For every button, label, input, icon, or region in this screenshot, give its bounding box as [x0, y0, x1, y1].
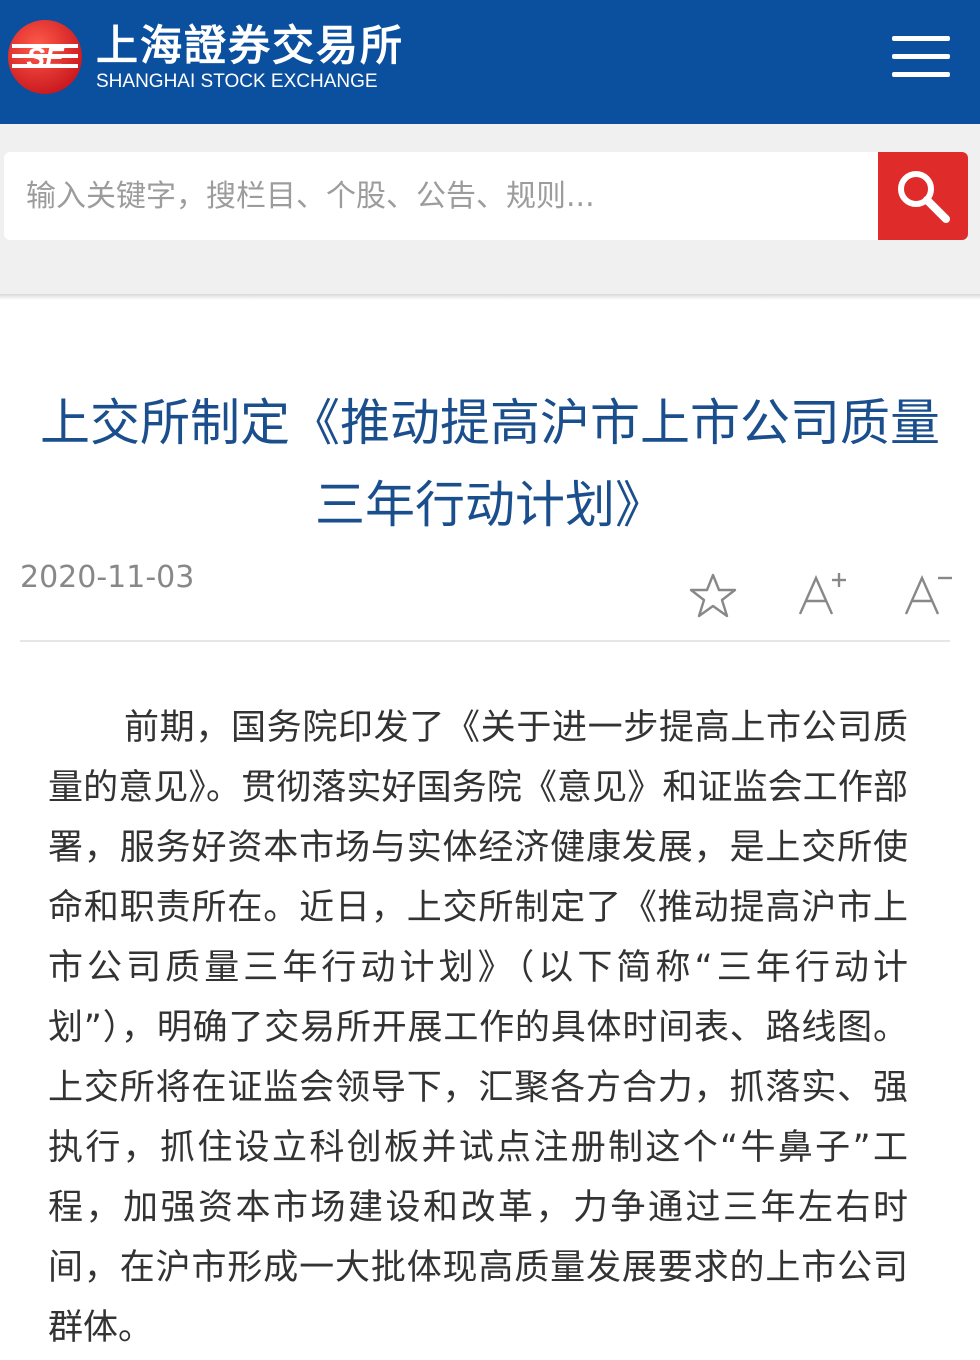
search-area — [0, 124, 980, 296]
title-divider — [20, 640, 950, 642]
star-icon[interactable] — [688, 572, 738, 624]
font-decrease-icon[interactable] — [902, 568, 956, 622]
page: SE 上海證券交易所 SHANGHAI STOCK EXCHANGE 上交所制定… — [0, 0, 980, 1360]
logo-english-name: SHANGHAI STOCK EXCHANGE — [96, 71, 378, 92]
font-increase-icon[interactable] — [796, 568, 850, 622]
menu-bar — [892, 36, 950, 41]
menu-bar — [892, 72, 950, 77]
menu-bar — [892, 54, 950, 59]
search-icon — [898, 171, 950, 223]
logo-mark-text: SE — [26, 42, 65, 73]
article-body: 前期，国务院印发了《关于进一步提高上市公司质量的意见》。贯彻落实好国务院《意见》… — [48, 708, 908, 1348]
search-button[interactable] — [878, 152, 968, 240]
hamburger-menu-icon[interactable] — [886, 30, 956, 84]
search-input[interactable] — [4, 152, 878, 240]
logo-chinese-name: 上海證券交易所 — [96, 21, 405, 70]
header-bar: SE 上海證券交易所 SHANGHAI STOCK EXCHANGE — [0, 0, 980, 124]
article-date: 2020-11-03 — [20, 560, 195, 595]
sse-logo-icon[interactable]: SE — [6, 18, 84, 96]
article-title: 上交所制定《推动提高沪市上市公司质量三年行动计划》 — [40, 394, 940, 534]
header-divider — [0, 294, 980, 300]
